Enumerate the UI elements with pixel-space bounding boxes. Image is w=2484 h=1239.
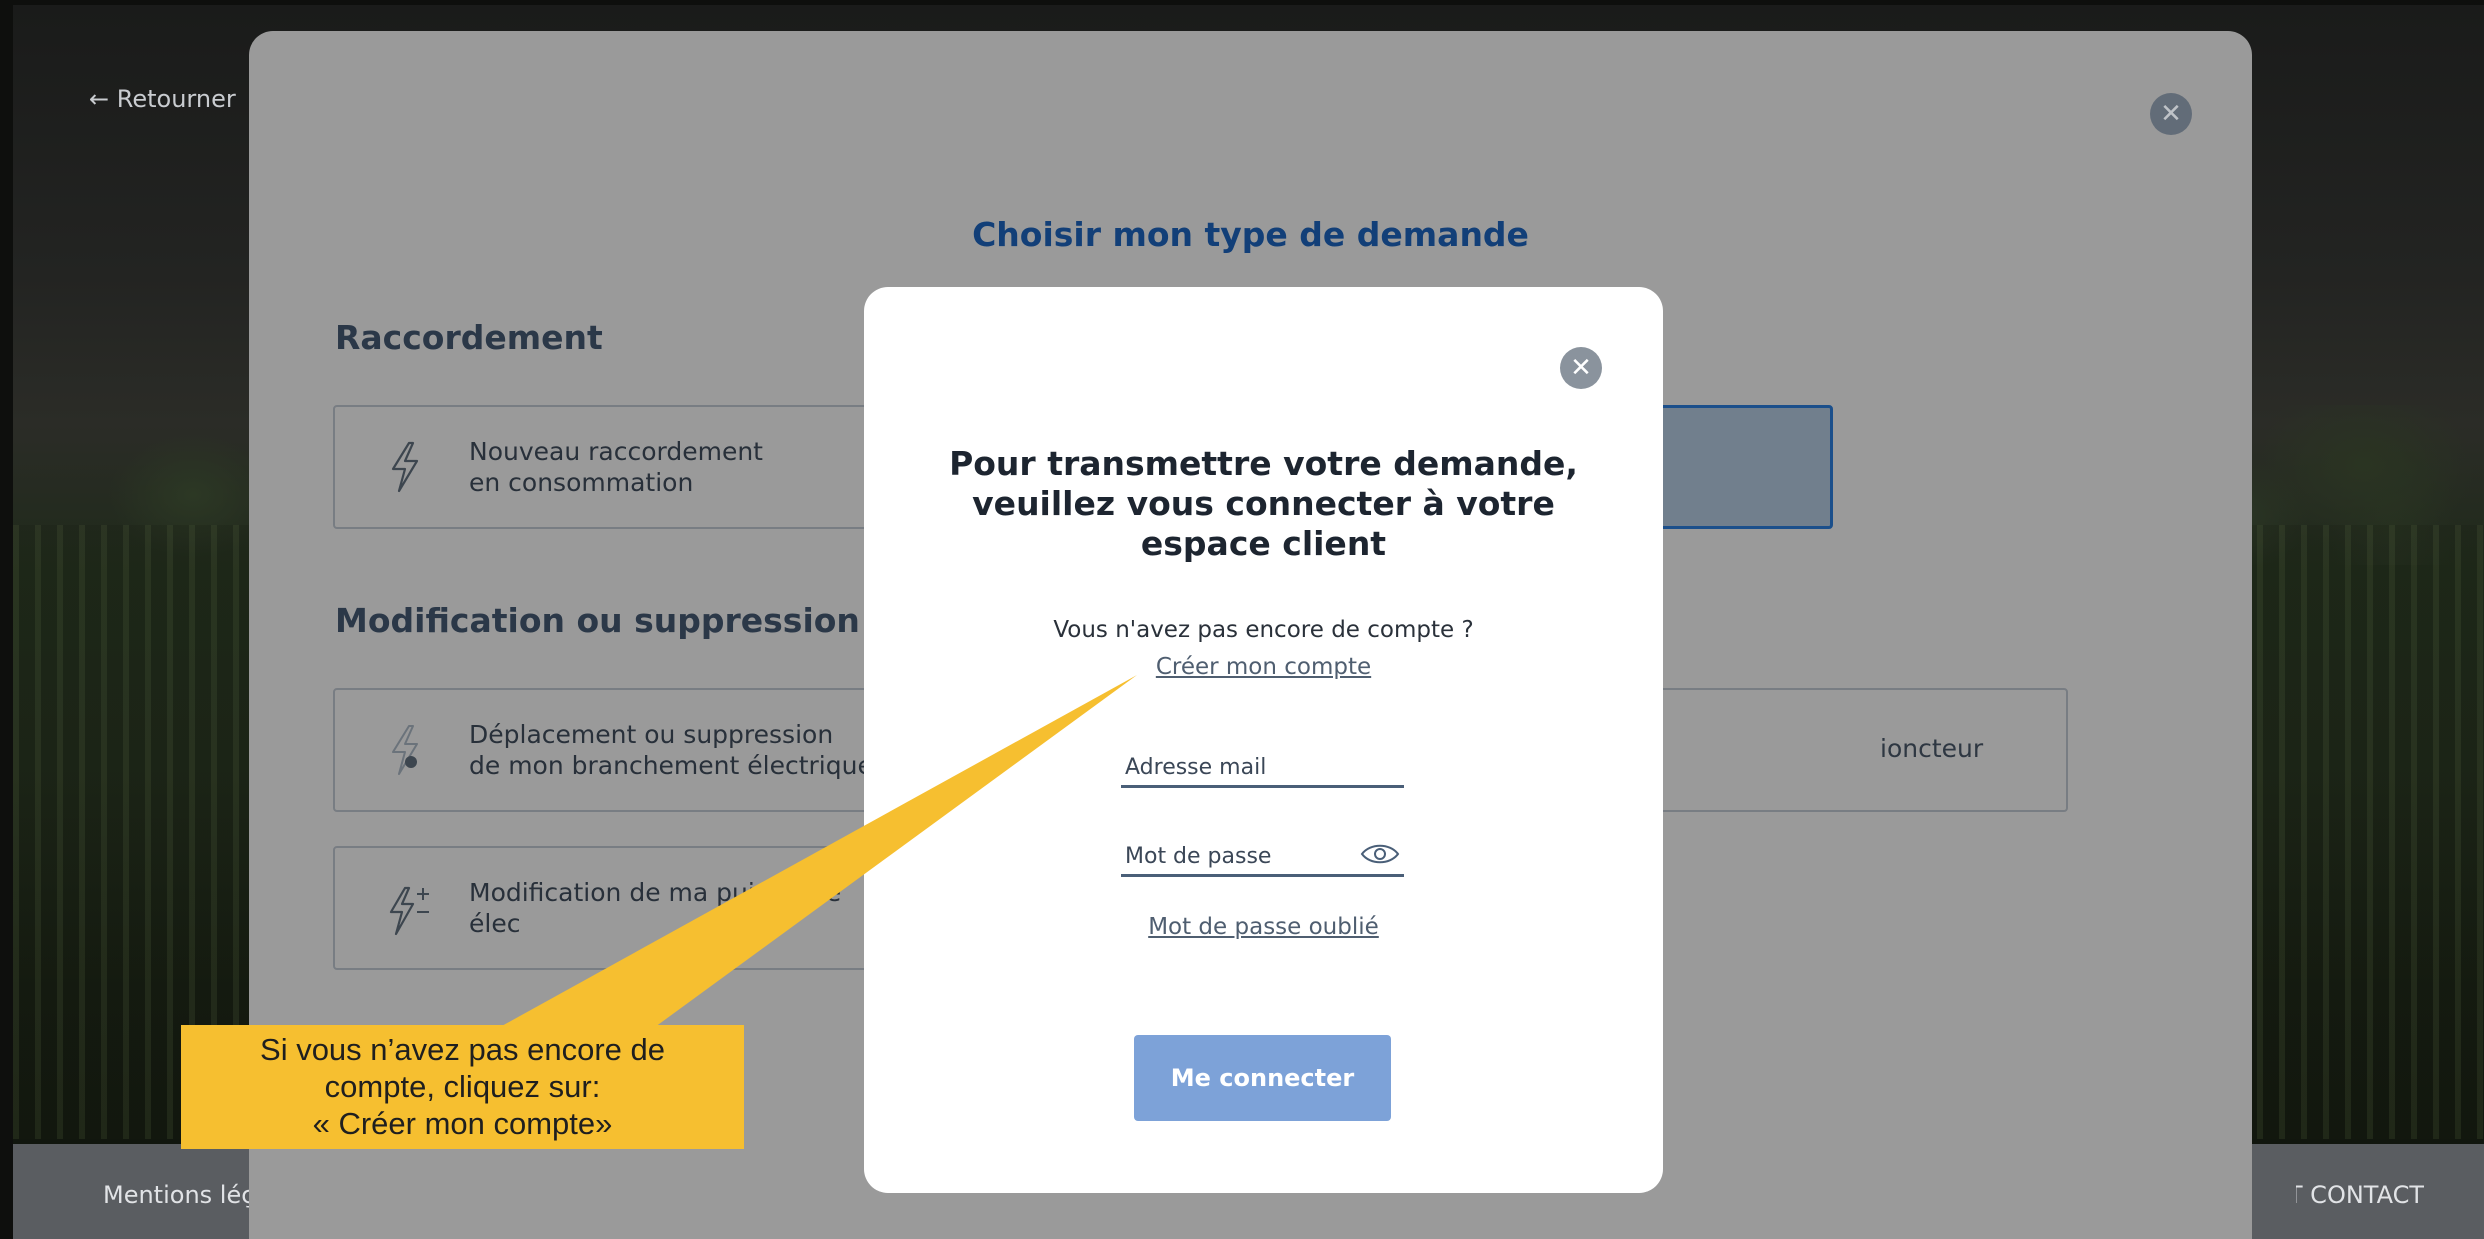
no-account-text: Vous n'avez pas encore de compte ? [1053,617,1474,643]
request-type-title: Choisir mon type de demande [972,215,1529,254]
card-new-connection[interactable]: Nouveau raccordement en consommation [333,405,893,529]
create-account-link[interactable]: Créer mon compte [864,654,1663,680]
card-selected-option[interactable] [1658,405,1833,529]
close-icon[interactable]: ✕ [1560,347,1602,389]
footer-contact-link[interactable]: E ET CONTACT [2296,1181,2424,1209]
lightning-icon [383,441,427,493]
callout-line: Si vous n’avez pas encore de [260,1032,665,1067]
login-heading: Pour transmettre votre demande, veuillez… [949,444,1578,563]
card-label: Modification de ma puissance élec [469,878,842,938]
close-icon[interactable]: ✕ [2150,93,2192,135]
login-modal: ✕ Pour transmettre votre demande, veuill… [864,287,1663,1193]
footer-legal-link[interactable]: Mentions léç [103,1181,254,1209]
help-callout: Si vous n’avez pas encore de compte, cli… [181,1025,744,1149]
eye-icon[interactable] [1360,841,1400,867]
connect-button[interactable]: Me connecter [1134,1035,1391,1121]
section-modification-heading: Modification ou suppression de r [335,601,946,640]
callout-line: « Créer mon compte» [312,1106,613,1141]
card-breaker-option[interactable]: ioncteur [1658,688,2068,812]
email-field[interactable] [1121,742,1404,788]
back-link[interactable]: ← Retourner [89,85,236,113]
card-label: Nouveau raccordement en consommation [469,437,763,497]
email-input[interactable] [1121,742,1404,785]
section-connection-heading: Raccordement [335,318,603,357]
forgot-password-link[interactable]: Mot de passe oublié [864,914,1663,940]
callout-line: compte, cliquez sur: [324,1069,601,1104]
lightning-remove-icon [383,724,427,776]
card-move-remove-connection[interactable]: Déplacement ou suppression de mon branch… [333,688,893,812]
card-label: ioncteur [1880,734,1984,763]
password-field[interactable] [1121,831,1404,877]
lightning-plus-minus-icon [383,882,429,936]
card-power-modification[interactable]: Modification de ma puissance élec [333,846,893,970]
card-label: Déplacement ou suppression de mon branch… [469,720,873,780]
